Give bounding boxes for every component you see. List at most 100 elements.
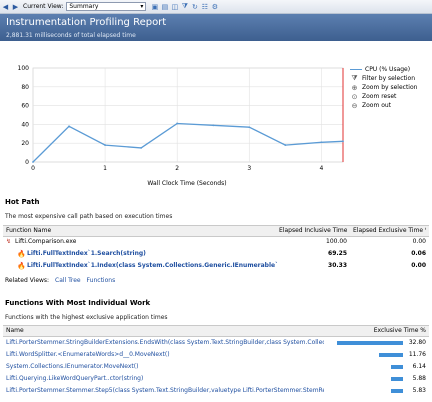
inclusive-time: 30.33 bbox=[328, 262, 347, 269]
x-axis: 0 1 2 3 4 bbox=[31, 165, 323, 172]
function-link[interactable]: Lifti.PorterStemmer.Stemmer.Step5(class … bbox=[6, 386, 324, 396]
series-point bbox=[284, 144, 287, 146]
plot-area bbox=[32, 67, 344, 163]
exclusive-time: 0.00 bbox=[411, 262, 426, 269]
zoom-in-icon: ⊕ bbox=[351, 83, 358, 92]
function-link[interactable]: Lifti.PorterStemmer.StringBuilderExtensi… bbox=[6, 338, 324, 348]
exclusive-time-value: 5.88 bbox=[412, 375, 426, 382]
series-point bbox=[342, 140, 344, 143]
zoom-reset-action[interactable]: ⊙ Zoom reset bbox=[350, 92, 430, 101]
exclusive-time-value: 6.14 bbox=[412, 363, 426, 370]
exclusive-time-value: 32.80 bbox=[408, 339, 426, 346]
flame-icon: 🔥 bbox=[17, 262, 26, 270]
x-tick-label: 4 bbox=[319, 165, 323, 172]
chevron-down-icon: ▾ bbox=[140, 3, 144, 10]
flame-icon: 🔥 bbox=[17, 250, 26, 258]
exclusive-time-bar bbox=[379, 353, 403, 357]
x-tick-label: 1 bbox=[103, 165, 107, 172]
report-header: Instrumentation Profiling Report 2,881.3… bbox=[0, 14, 432, 41]
refresh-icon[interactable]: ↻ bbox=[190, 2, 199, 11]
settings-icon[interactable]: ⚙ bbox=[210, 2, 219, 11]
exclusive-time-value: 11.76 bbox=[408, 351, 426, 358]
forward-arrow-icon[interactable]: ▶ bbox=[11, 2, 20, 11]
series-point bbox=[32, 161, 34, 163]
call-tree-link[interactable]: Call Tree bbox=[55, 277, 81, 284]
column-header-inclusive[interactable]: Elapsed Inclusive Time % bbox=[279, 226, 347, 236]
y-tick-label: 0 bbox=[25, 159, 29, 166]
x-axis-label: Wall Clock Time (Seconds) bbox=[147, 180, 226, 187]
inclusive-time: 69.25 bbox=[328, 250, 347, 257]
hot-path-row[interactable]: 🔥 Lifti.FullTextIndex`1.Search(string) 6… bbox=[3, 249, 429, 259]
individual-work-title: Functions With Most Individual Work bbox=[5, 299, 151, 307]
individual-work-row[interactable]: Lifti.PorterStemmer.StringBuilderExtensi… bbox=[3, 338, 429, 348]
filter-icon: ⧩ bbox=[351, 74, 358, 82]
hot-path-row[interactable]: 🔥 Lifti.FullTextIndex`1.Index(class Syst… bbox=[3, 261, 429, 271]
legend-series-label: CPU (% Usage) bbox=[365, 66, 411, 73]
x-tick-label: 0 bbox=[31, 165, 35, 172]
exclusive-time: 0.06 bbox=[411, 250, 426, 257]
filter-icon[interactable]: ⧩ bbox=[180, 2, 189, 11]
y-axis: 0 20 40 60 80 100 bbox=[18, 65, 30, 166]
function-name: Lifti.Comparison.exe bbox=[15, 238, 77, 245]
series-point bbox=[248, 126, 251, 129]
current-view-value: Summary bbox=[69, 3, 99, 10]
column-header-exclusive[interactable]: Elapsed Exclusive Time % bbox=[353, 226, 426, 236]
y-tick-label: 60 bbox=[21, 103, 29, 110]
exclusive-time-bar bbox=[390, 365, 403, 369]
tree-icon[interactable]: ☷ bbox=[200, 2, 209, 11]
hot-path-title: Hot Path bbox=[5, 198, 40, 206]
exclusive-time-bar bbox=[391, 389, 403, 393]
series-point bbox=[320, 141, 323, 144]
function-link[interactable]: Lifti.Querying.LikeWordQueryPart..ctor(s… bbox=[6, 374, 324, 384]
column-header-name[interactable]: Name bbox=[6, 326, 24, 336]
chart-icon[interactable]: ◫ bbox=[170, 2, 179, 11]
series-point bbox=[212, 124, 215, 127]
toolbar: ◀ ▶ Current View: Summary ▾ ▣ ▤ ◫ ⧩ ↻ ☷ … bbox=[0, 0, 432, 14]
function-link[interactable]: Lifti.FullTextIndex`1.Search(string) bbox=[27, 249, 146, 259]
exclusive-time-value: 5.83 bbox=[412, 387, 426, 394]
zoom-reset-icon: ⊙ bbox=[351, 92, 358, 101]
column-header-function-name[interactable]: Function Name bbox=[6, 226, 51, 236]
exclusive-time: 0.00 bbox=[412, 238, 426, 245]
hot-path-row[interactable]: ↯ Lifti.Comparison.exe 100.00 0.00 bbox=[3, 237, 429, 247]
y-tick-label: 80 bbox=[21, 84, 29, 91]
zoom-out-label: Zoom out bbox=[362, 102, 392, 109]
individual-work-row[interactable]: Lifti.WordSplitter.<EnumerateWords>d__0.… bbox=[3, 350, 429, 360]
back-arrow-icon[interactable]: ◀ bbox=[1, 2, 10, 11]
legend-swatch bbox=[350, 69, 362, 70]
current-view-select[interactable]: Summary ▾ bbox=[66, 2, 147, 11]
individual-work-row[interactable]: Lifti.Querying.LikeWordQueryPart..ctor(s… bbox=[3, 374, 429, 384]
individual-work-description: Functions with the highest exclusive app… bbox=[5, 314, 168, 321]
column-header-exclusive-time[interactable]: Exclusive Time % bbox=[333, 326, 426, 336]
function-link[interactable]: Lifti.FullTextIndex`1.Index(class System… bbox=[27, 261, 277, 271]
zoom-out-action[interactable]: ⊖ Zoom out bbox=[350, 101, 430, 110]
series-point bbox=[176, 122, 179, 125]
individual-work-table-header: Name Exclusive Time % bbox=[3, 325, 429, 337]
chart-legend: CPU (% Usage) ⧩ Filter by selection ⊕ Zo… bbox=[350, 65, 430, 110]
current-view-label: Current View: bbox=[23, 3, 64, 10]
zoom-by-selection-action[interactable]: ⊕ Zoom by selection bbox=[350, 83, 430, 92]
chart-grid bbox=[32, 67, 344, 163]
cpu-usage-chart[interactable]: 0 20 40 60 80 100 0 1 2 3 4 Wall Clock Time (Seco… bbox=[0, 41, 432, 191]
y-tick-label: 100 bbox=[18, 65, 30, 72]
function-link[interactable]: System.Collections.IEnumerator.MoveNext(… bbox=[6, 362, 324, 372]
x-tick-label: 3 bbox=[247, 165, 251, 172]
y-tick-label: 20 bbox=[21, 140, 29, 147]
functions-link[interactable]: Functions bbox=[87, 277, 116, 284]
exclusive-time-bar bbox=[337, 341, 403, 345]
filter-by-selection-action[interactable]: ⧩ Filter by selection bbox=[350, 74, 430, 83]
legend-series-cpu: CPU (% Usage) bbox=[350, 65, 430, 74]
hot-path-table-header: Function Name Elapsed Inclusive Time % E… bbox=[3, 225, 429, 237]
related-views-label: Related Views: bbox=[5, 277, 50, 284]
individual-work-row[interactable]: System.Collections.IEnumerator.MoveNext(… bbox=[3, 362, 429, 372]
individual-work-row[interactable]: Lifti.PorterStemmer.Stemmer.Step5(class … bbox=[3, 386, 429, 396]
series-point bbox=[140, 147, 143, 149]
inclusive-time: 100.00 bbox=[326, 238, 347, 245]
y-tick-label: 40 bbox=[21, 121, 29, 128]
report-icon[interactable]: ▤ bbox=[160, 2, 169, 11]
series-point bbox=[104, 144, 106, 146]
function-link[interactable]: Lifti.WordSplitter.<EnumerateWords>d__0.… bbox=[6, 350, 324, 360]
exclusive-time-bar bbox=[391, 377, 403, 381]
export-icon[interactable]: ▣ bbox=[150, 2, 159, 11]
x-tick-label: 2 bbox=[175, 165, 179, 172]
